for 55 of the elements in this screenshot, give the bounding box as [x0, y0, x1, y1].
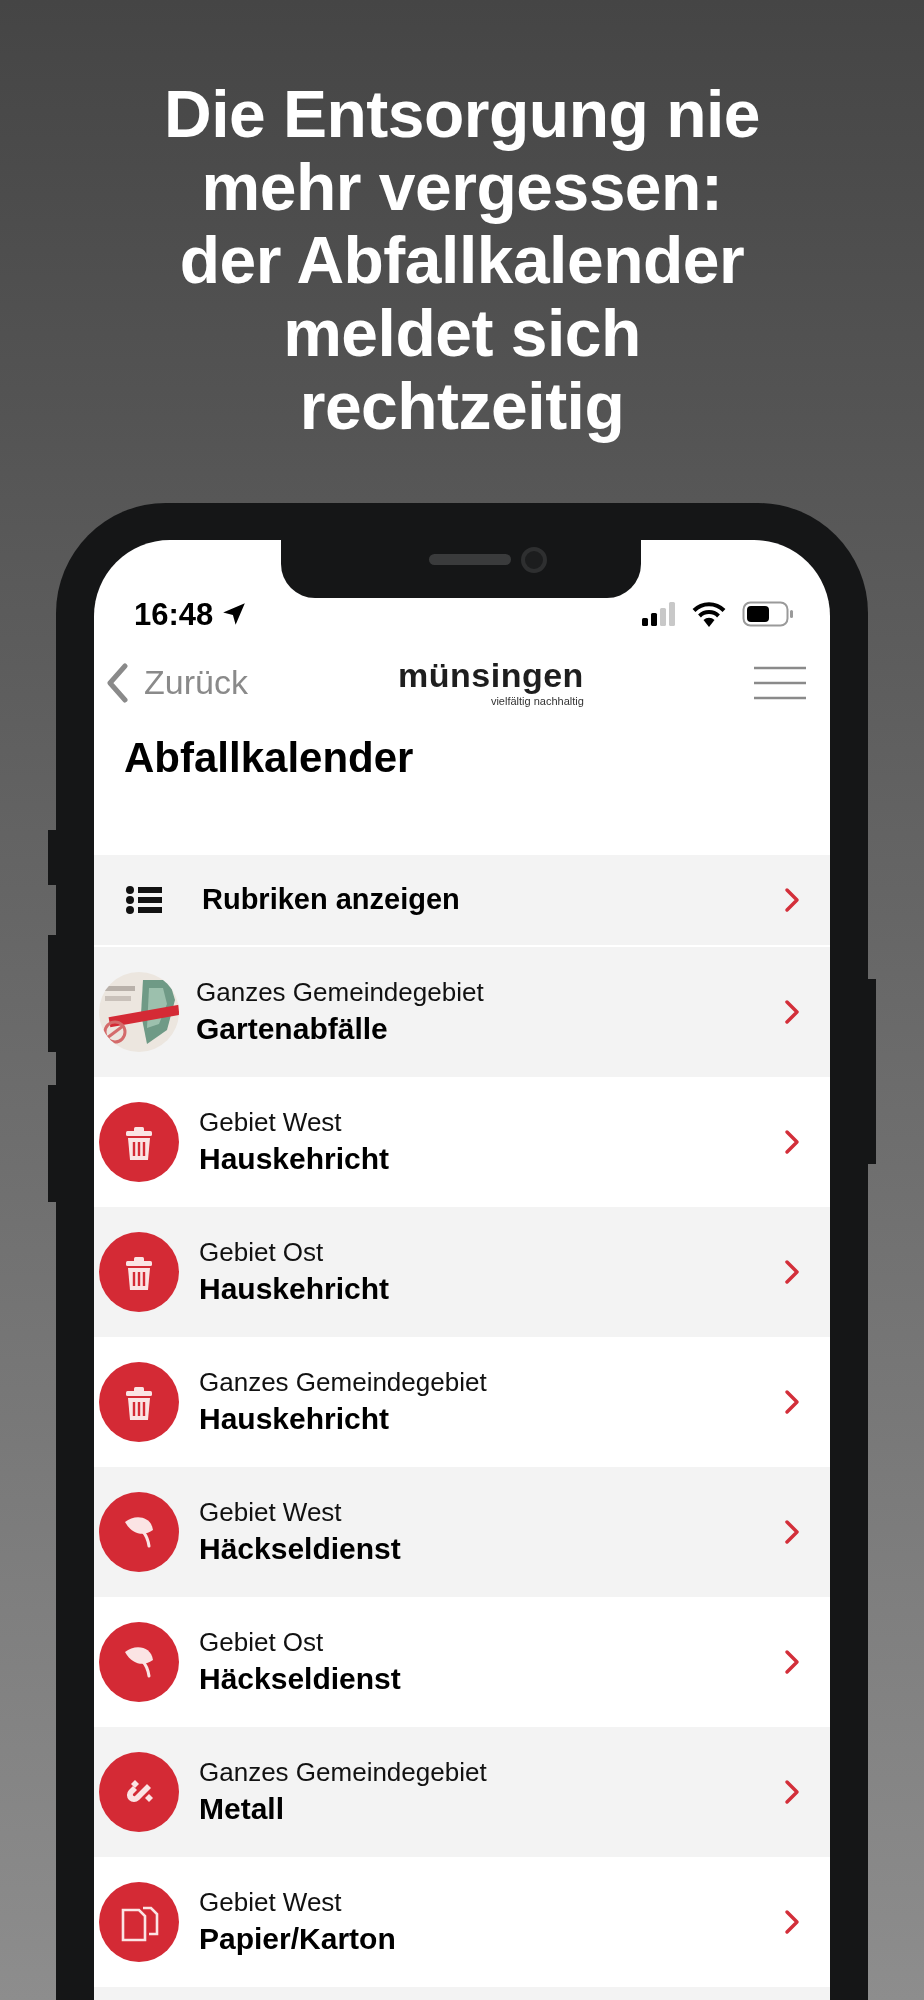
page-title: Abfallkalender — [123, 733, 415, 783]
logo-tagline: vielfältig nachhaltig — [490, 696, 584, 707]
area-label: Gebiet West — [199, 1496, 343, 1529]
chevron-right-icon — [784, 999, 800, 1025]
magnet-icon — [99, 1752, 179, 1832]
battery-icon — [742, 601, 794, 627]
category-title: Hauskehricht — [199, 1270, 390, 1307]
chevron-right-icon — [784, 1259, 800, 1285]
headline-line: mehr vergessen: — [201, 151, 723, 224]
chevron-right-icon — [784, 887, 800, 913]
category-title: Häckseldienst — [199, 1660, 401, 1697]
categories-row[interactable]: Rubriken anzeigen — [94, 855, 830, 947]
signal-icon — [642, 602, 676, 626]
area-label: Ganzes Gemeindegebiet — [199, 1366, 487, 1399]
list-icon — [126, 886, 162, 914]
category-title: Metall — [199, 1790, 286, 1827]
menu-button[interactable] — [754, 665, 806, 700]
headline-line: meldet sich — [283, 297, 641, 370]
documents-icon — [99, 1882, 179, 1962]
area-label: Gebiet West — [199, 1106, 343, 1139]
headline-line: Die Entsorgung nie — [164, 78, 760, 151]
list-row[interactable]: Ganzes Gemeindegebiet Gartenabfälle — [94, 947, 830, 1077]
area-label: Gebiet West — [199, 1886, 343, 1919]
back-chevron-icon — [106, 662, 128, 703]
trash-icon — [99, 1232, 179, 1312]
trash-icon — [99, 1362, 179, 1442]
wifi-icon — [692, 601, 726, 627]
chevron-right-icon — [784, 1779, 800, 1805]
leaf-icon — [99, 1492, 179, 1572]
area-label: Ganzes Gemeindegebiet — [199, 1756, 487, 1789]
chevron-right-icon — [784, 1519, 800, 1545]
trash-icon — [99, 1102, 179, 1182]
location-arrow-icon — [221, 601, 248, 627]
logo-wordmark: münsingen — [398, 658, 584, 692]
list-row[interactable]: Ganzes Gemeindegebiet Metall — [94, 1727, 830, 1857]
headline-line: der Abfallkalender — [179, 224, 745, 297]
chevron-right-icon — [784, 1129, 800, 1155]
leaf-icon — [99, 1622, 179, 1702]
chevron-right-icon — [784, 1389, 800, 1415]
area-label: Gebiet Ost — [199, 1236, 325, 1269]
category-title: Hauskehricht — [199, 1140, 390, 1177]
category-title: Hauskehricht — [199, 1400, 391, 1437]
list-row[interactable]: Gebiet West Häckseldienst — [94, 1467, 830, 1597]
chevron-right-icon — [784, 1649, 800, 1675]
category-title: Gartenabfälle — [196, 1010, 389, 1047]
menu-icon — [754, 665, 806, 700]
area-label: Ganzes Gemeindegebiet — [196, 976, 484, 1009]
area-label: Gebiet Ost — [199, 1626, 325, 1659]
chevron-right-icon — [784, 1909, 800, 1935]
headline-line: rechtzeitig — [299, 370, 625, 443]
category-title: Häckseldienst — [199, 1530, 401, 1567]
categories-label: Rubriken anzeigen — [202, 882, 460, 918]
status-time: 16:48 — [134, 598, 214, 630]
list-row[interactable]: Gebiet Ost Hauskehricht — [94, 1207, 830, 1337]
category-title: Papier/Karton — [199, 1920, 396, 1957]
